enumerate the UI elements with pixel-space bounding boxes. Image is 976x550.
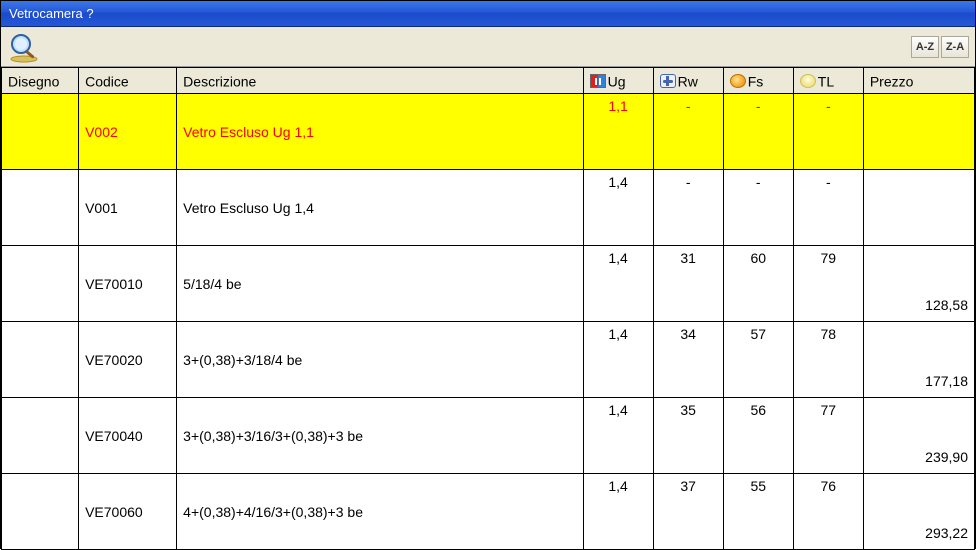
cell-ug: 1,1 (583, 94, 653, 170)
header-rw[interactable]: Rw (653, 68, 723, 94)
cell-tl: 79 (793, 246, 863, 322)
sort-desc-button[interactable]: Z-A (941, 36, 969, 58)
tl-icon (800, 74, 816, 88)
cell-disegno (2, 94, 79, 170)
cell-rw: - (653, 94, 723, 170)
cell-tl: 78 (793, 322, 863, 398)
cell-descrizione: Vetro Escluso Ug 1,1 (177, 94, 583, 170)
cell-disegno (2, 322, 79, 398)
cell-prezzo: 128,58 (863, 246, 974, 322)
cell-tl: - (793, 170, 863, 246)
header-row: Disegno Codice Descrizione Ug Rw Fs TL P… (2, 68, 975, 94)
table-row[interactable]: VE700203+(0,38)+3/18/4 be1,4345778177,18 (2, 322, 975, 398)
table-row[interactable]: VE700403+(0,38)+3/16/3+(0,38)+3 be1,4355… (2, 398, 975, 474)
cell-prezzo: 293,22 (863, 474, 974, 550)
cell-fs: 55 (723, 474, 793, 550)
cell-codice: VE70060 (79, 474, 177, 550)
header-fs[interactable]: Fs (723, 68, 793, 94)
cell-rw: - (653, 170, 723, 246)
cell-tl: 76 (793, 474, 863, 550)
cell-rw: 35 (653, 398, 723, 474)
cell-descrizione: Vetro Escluso Ug 1,4 (177, 170, 583, 246)
cell-disegno (2, 246, 79, 322)
toolbar: A-Z Z-A (1, 27, 975, 67)
cell-tl: 77 (793, 398, 863, 474)
sort-asc-button[interactable]: A-Z (911, 36, 939, 58)
cell-descrizione: 5/18/4 be (177, 246, 583, 322)
title-bar: Vetrocamera ? (1, 1, 975, 27)
cell-disegno (2, 170, 79, 246)
sort-buttons: A-Z Z-A (911, 36, 969, 58)
cell-codice: VE70010 (79, 246, 177, 322)
fs-icon (730, 74, 746, 88)
cell-fs: 56 (723, 398, 793, 474)
rw-icon (660, 74, 676, 88)
cell-fs: 60 (723, 246, 793, 322)
cell-ug: 1,4 (583, 170, 653, 246)
window-title: Vetrocamera ? (9, 6, 94, 21)
cell-ug: 1,4 (583, 398, 653, 474)
cell-codice: V002 (79, 94, 177, 170)
ug-icon (590, 74, 606, 88)
search-icon[interactable] (7, 30, 41, 64)
cell-disegno (2, 398, 79, 474)
cell-ug: 1,4 (583, 246, 653, 322)
header-tl[interactable]: TL (793, 68, 863, 94)
cell-codice: V001 (79, 170, 177, 246)
cell-disegno (2, 474, 79, 550)
table-row[interactable]: VE700604+(0,38)+4/16/3+(0,38)+3 be1,4375… (2, 474, 975, 550)
table-row[interactable]: VE700105/18/4 be1,4316079128,58 (2, 246, 975, 322)
cell-fs: 57 (723, 322, 793, 398)
cell-descrizione: 4+(0,38)+4/16/3+(0,38)+3 be (177, 474, 583, 550)
table-row[interactable]: V001Vetro Escluso Ug 1,41,4--- (2, 170, 975, 246)
cell-descrizione: 3+(0,38)+3/18/4 be (177, 322, 583, 398)
header-prezzo[interactable]: Prezzo (863, 68, 974, 94)
cell-prezzo (863, 170, 974, 246)
cell-descrizione: 3+(0,38)+3/16/3+(0,38)+3 be (177, 398, 583, 474)
header-descrizione[interactable]: Descrizione (177, 68, 583, 94)
cell-fs: - (723, 94, 793, 170)
cell-rw: 37 (653, 474, 723, 550)
header-ug[interactable]: Ug (583, 68, 653, 94)
cell-rw: 34 (653, 322, 723, 398)
data-grid[interactable]: Disegno Codice Descrizione Ug Rw Fs TL P… (1, 67, 975, 550)
cell-codice: VE70020 (79, 322, 177, 398)
cell-prezzo (863, 94, 974, 170)
cell-ug: 1,4 (583, 322, 653, 398)
header-disegno[interactable]: Disegno (2, 68, 79, 94)
cell-fs: - (723, 170, 793, 246)
header-codice[interactable]: Codice (79, 68, 177, 94)
cell-prezzo: 239,90 (863, 398, 974, 474)
cell-prezzo: 177,18 (863, 322, 974, 398)
table-row[interactable]: V002Vetro Escluso Ug 1,11,1--- (2, 94, 975, 170)
cell-tl: - (793, 94, 863, 170)
cell-codice: VE70040 (79, 398, 177, 474)
cell-ug: 1,4 (583, 474, 653, 550)
cell-rw: 31 (653, 246, 723, 322)
